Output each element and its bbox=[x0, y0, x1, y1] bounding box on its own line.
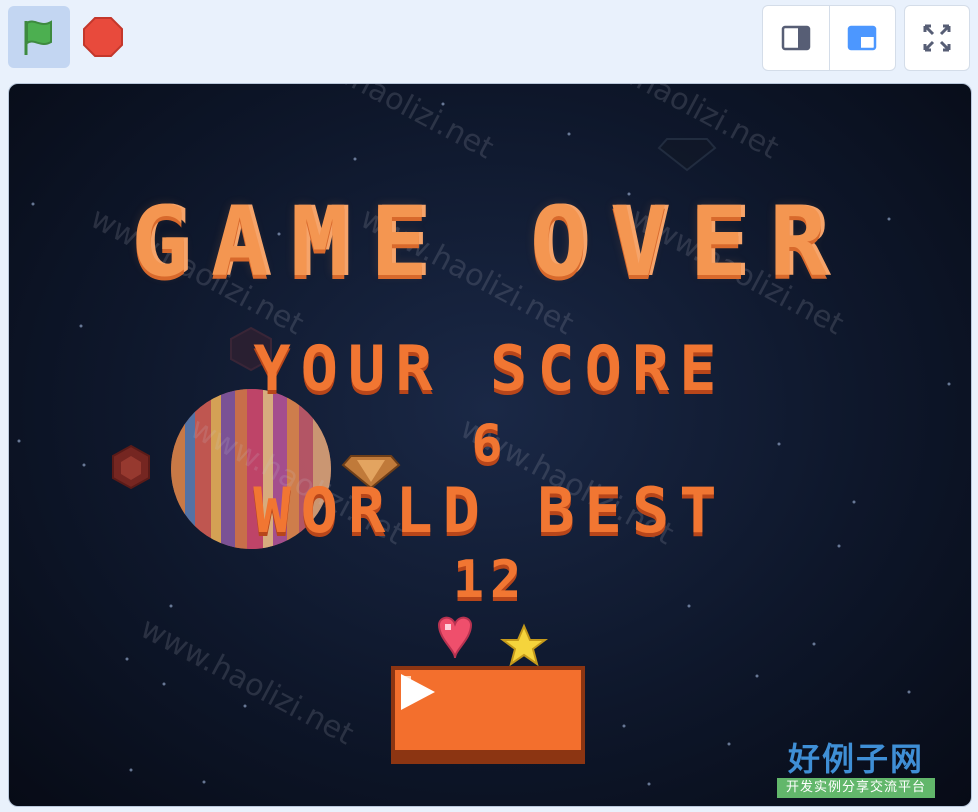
fullscreen-icon bbox=[923, 24, 951, 52]
small-stage-button[interactable] bbox=[763, 6, 829, 70]
normal-stage-button[interactable] bbox=[828, 6, 896, 70]
play-icon bbox=[401, 674, 435, 710]
game-stage[interactable]: www.haolizi.net www.haolizi.net www.haol… bbox=[8, 83, 972, 807]
play-again-button[interactable] bbox=[391, 666, 585, 764]
star-icon bbox=[500, 623, 548, 667]
fullscreen-button[interactable] bbox=[904, 5, 970, 71]
normal-stage-layout-icon bbox=[848, 25, 877, 51]
watermark-main-text: 好例子网 bbox=[787, 740, 924, 778]
game-over-title: GAME OVER bbox=[130, 186, 850, 298]
heart-icon bbox=[437, 616, 473, 659]
stage-layout-toggle bbox=[762, 5, 896, 71]
stop-button[interactable] bbox=[80, 12, 126, 62]
your-score-label: YOUR SCORE bbox=[253, 332, 727, 405]
watermark-sub-text: 开发实例分享交流平台 bbox=[777, 778, 935, 798]
gem-top-right bbox=[657, 138, 717, 172]
your-score-value: 6 bbox=[471, 414, 509, 474]
stop-icon bbox=[83, 17, 123, 57]
green-flag-icon bbox=[24, 20, 52, 55]
world-best-label: WORLD BEST bbox=[253, 474, 727, 547]
site-watermark: 好例子网 开发实例分享交流平台 bbox=[777, 740, 935, 798]
green-flag-button[interactable] bbox=[8, 6, 70, 68]
small-stage-layout-icon bbox=[781, 25, 810, 51]
stage-controls-bar bbox=[0, 0, 978, 82]
world-best-value: 12 bbox=[452, 550, 528, 610]
